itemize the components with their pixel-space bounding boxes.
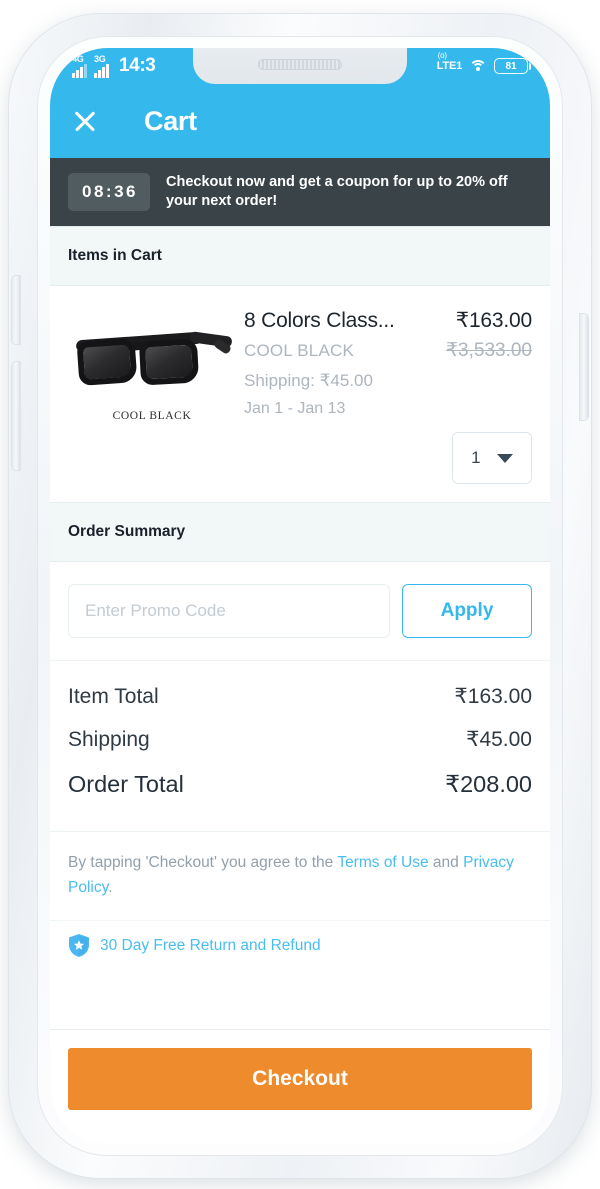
signal-3g-label: 3G	[94, 53, 106, 64]
quantity-value: 1	[471, 448, 481, 467]
product-shipping: Shipping: ₹45.00	[244, 371, 373, 390]
promo-banner-message: Checkout now and get a coupon for up to …	[165, 173, 508, 209]
phone-notch	[193, 48, 407, 84]
order-total-value: ₹208.00	[445, 771, 532, 797]
chevron-down-icon	[496, 453, 513, 463]
product-thumbnail[interactable]: COOL BLACK	[68, 308, 236, 484]
antenna-icon: (o)	[437, 51, 447, 60]
terms-of-use-link[interactable]: Terms of Use	[337, 854, 428, 871]
carrier-label: (o) LTE1	[436, 51, 462, 72]
shipping-value: ₹45.00	[466, 728, 532, 751]
power-button[interactable]	[580, 314, 588, 420]
status-bar-left: 4G 3G 14:3	[72, 53, 156, 78]
product-title: 8 Colors Class...	[244, 309, 395, 332]
status-clock: 14:3	[119, 55, 156, 76]
order-total-label: Order Total	[68, 771, 184, 797]
terms-suffix: .	[108, 879, 113, 897]
return-guarantee: 30 Day Free Return and Refund	[50, 920, 550, 978]
close-icon[interactable]	[70, 106, 100, 136]
product-variant: COOL BLACK	[244, 341, 355, 360]
product-price: ₹163.00	[455, 309, 532, 332]
signal-4g-label: 4G	[72, 53, 84, 64]
apply-promo-button[interactable]: Apply	[402, 584, 532, 638]
return-guarantee-text: 30 Day Free Return and Refund	[100, 936, 321, 954]
checkout-footer: Checkout	[50, 1029, 550, 1144]
items-in-cart-heading: Items in Cart	[50, 226, 550, 286]
countdown-timer: 08:36	[68, 173, 150, 211]
volume-up-button[interactable]	[12, 276, 20, 344]
cart-item-row[interactable]: COOL BLACK 8 Colors Class... ₹163.00 COO…	[50, 286, 550, 502]
total-row-item-total: Item Total ₹163.00	[68, 675, 532, 718]
item-total-label: Item Total	[68, 685, 159, 708]
terms-prefix: By tapping 'Checkout' you agree to the	[68, 854, 338, 871]
product-delivery-window: Jan 1 - Jan 13	[244, 400, 346, 417]
app-bar: Cart	[50, 84, 550, 158]
total-row-order-total: Order Total ₹208.00	[68, 761, 532, 807]
checkout-button[interactable]: Checkout	[68, 1048, 532, 1110]
order-totals: Item Total ₹163.00 Shipping ₹45.00 Order…	[50, 660, 550, 831]
quantity-select[interactable]: 1	[452, 432, 532, 484]
promo-code-input[interactable]	[68, 584, 390, 638]
status-bar-right: (o) LTE1 81	[436, 51, 531, 74]
page-title: Cart	[144, 105, 197, 136]
signal-4g-icon: 4G	[72, 53, 87, 78]
promo-code-row: Apply	[50, 562, 550, 660]
battery-level: 81	[505, 60, 517, 72]
battery-icon: 81	[494, 58, 531, 74]
shipping-label: Shipping	[68, 728, 150, 751]
product-original-price: ₹3,533.00	[445, 340, 532, 361]
screenshot-stage: 4G 3G 14:3 (o) LTE1 81 Cart 08:36 Checko…	[0, 0, 600, 1189]
total-row-shipping: Shipping ₹45.00	[68, 718, 532, 761]
countdown-promo-banner: 08:36 Checkout now and get a coupon for …	[50, 158, 550, 226]
product-info: 8 Colors Class... ₹163.00 COOL BLACK ₹3,…	[236, 308, 532, 484]
sunglasses-image	[72, 314, 233, 400]
terms-conjunction: and	[428, 854, 464, 871]
speaker-grille	[258, 59, 342, 70]
order-summary-heading: Order Summary	[50, 502, 550, 562]
cart-content: Items in Cart COOL BLACK 8 Colors Class.…	[50, 226, 550, 1144]
signal-3g-icon: 3G	[94, 53, 109, 78]
phone-frame: 4G 3G 14:3 (o) LTE1 81 Cart 08:36 Checko…	[9, 14, 591, 1178]
item-total-value: ₹163.00	[454, 685, 532, 708]
carrier-text: LTE1	[436, 60, 462, 72]
shield-icon	[68, 933, 90, 958]
terms-disclaimer: By tapping 'Checkout' you agree to the T…	[50, 831, 550, 916]
phone-screen: 4G 3G 14:3 (o) LTE1 81 Cart 08:36 Checko…	[50, 48, 550, 1144]
product-image-caption: COOL BLACK	[112, 410, 192, 422]
wifi-icon	[469, 59, 487, 73]
volume-down-button[interactable]	[12, 362, 20, 470]
